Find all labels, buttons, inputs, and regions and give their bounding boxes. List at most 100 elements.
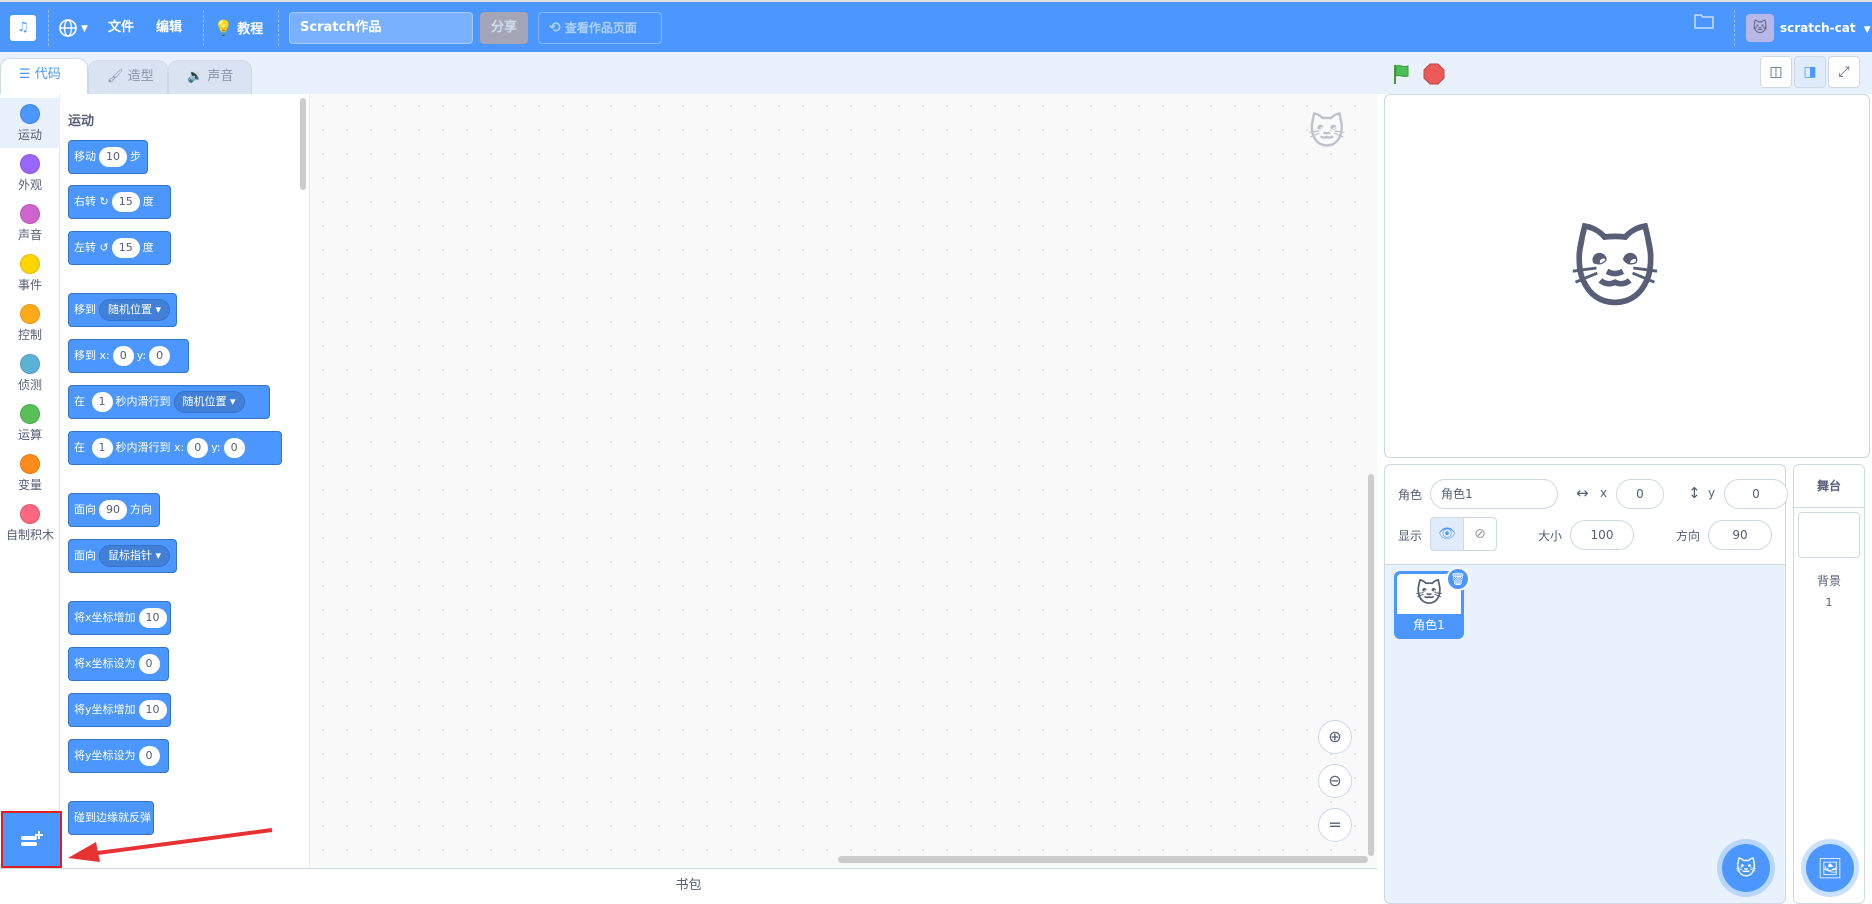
normal-stage-button[interactable]: ◨	[1794, 56, 1826, 88]
category-label: 声音	[17, 228, 42, 242]
category-control[interactable]: 控制	[0, 298, 60, 348]
small-stage-button[interactable]: ◫	[1760, 56, 1792, 88]
tab-costumes-label: 造型	[127, 69, 154, 84]
block-set-x[interactable]: 将x坐标设为 0	[68, 647, 169, 681]
add-sprite-button[interactable]: 🐱	[1722, 844, 1770, 892]
block-input[interactable]: 0	[112, 346, 134, 366]
green-flag-icon[interactable]	[1390, 62, 1414, 86]
my-stuff-button[interactable]	[1694, 12, 1714, 40]
block-input[interactable]: 1	[91, 392, 113, 412]
block-text: 移动	[74, 150, 96, 163]
block-input[interactable]: 90	[99, 500, 127, 520]
block-text: 度	[142, 241, 154, 254]
category-variables[interactable]: 变量	[0, 448, 60, 498]
stage-sprite[interactable]: 🐱	[1570, 220, 1660, 320]
zoom-in-button[interactable]: ⊕	[1318, 720, 1352, 754]
category-events[interactable]: 事件	[0, 248, 60, 298]
block-input[interactable]: 0	[223, 438, 245, 458]
tab-costumes[interactable]: 🖌 造型	[88, 60, 168, 94]
block-input[interactable]: 0	[187, 438, 209, 458]
zoom-in-icon: ⊕	[1328, 727, 1342, 746]
block-point-direction[interactable]: 面向 90 方向	[68, 493, 160, 527]
zoom-out-button[interactable]: ⊖	[1318, 764, 1352, 798]
category-my-blocks[interactable]: 自制积木	[0, 498, 60, 548]
palette-scrollbar[interactable]	[300, 98, 306, 190]
block-dropdown[interactable]: 鼠标指针 ▾	[99, 545, 171, 567]
block-set-y[interactable]: 将y坐标设为 0	[68, 739, 169, 773]
workspace-horizontal-scrollbar[interactable]	[838, 856, 1368, 863]
delete-sprite-button[interactable]: 🗑	[1446, 567, 1470, 591]
category-motion[interactable]: 运动	[0, 98, 60, 148]
scratch-logo[interactable]: ♫	[10, 15, 36, 41]
x-label: x	[1600, 486, 1608, 500]
category-dot	[20, 404, 40, 424]
hide-sprite-button[interactable]: ⊘	[1463, 517, 1497, 551]
block-input[interactable]: 10	[99, 147, 127, 167]
category-menu: 运动 外观 声音 事件 控制 侦测 运算 变量 自制积木	[0, 94, 60, 867]
project-title-input[interactable]: Scratch作品	[289, 12, 473, 44]
block-input[interactable]: 15	[111, 238, 140, 258]
block-glide[interactable]: 在 1 秒内滑行到 随机位置 ▾	[68, 385, 270, 419]
sprite-name-input[interactable]: 角色1	[1430, 479, 1558, 509]
add-backdrop-button[interactable]: 🖼	[1806, 844, 1854, 892]
tutorials-label: 教程	[237, 22, 264, 37]
block-glide-xy[interactable]: 在 1 秒内滑行到 x: 0 y: 0	[68, 431, 282, 465]
fullscreen-button[interactable]: ⤢	[1828, 56, 1860, 88]
block-turn-left[interactable]: 左转 ↺ 15 度	[68, 231, 171, 265]
block-point-towards[interactable]: 面向 鼠标指针 ▾	[68, 539, 177, 573]
backpack-header[interactable]: 书包	[0, 868, 1377, 904]
block-turn-right[interactable]: 右转 ↻ 15 度	[68, 185, 171, 219]
stop-icon[interactable]	[1422, 62, 1446, 86]
block-text: 将x坐标设为	[74, 657, 136, 670]
block-text: 度	[142, 195, 154, 208]
size-input[interactable]: 100	[1570, 520, 1634, 550]
zoom-reset-button[interactable]: =	[1318, 808, 1352, 842]
edit-menu[interactable]: 编辑	[156, 14, 182, 42]
category-looks[interactable]: 外观	[0, 148, 60, 198]
block-dropdown[interactable]: 随机位置 ▾	[173, 391, 245, 413]
y-input[interactable]: 0	[1724, 479, 1788, 509]
block-goto[interactable]: 移到 随机位置 ▾	[68, 293, 177, 327]
show-sprite-button[interactable]: 👁	[1430, 517, 1464, 551]
size-label: 大小	[1538, 529, 1563, 543]
user-avatar[interactable]: 🐱	[1746, 14, 1774, 42]
add-extension-button[interactable]	[1, 811, 62, 868]
block-text: 在	[74, 395, 85, 408]
block-input[interactable]: 0	[149, 346, 171, 366]
block-input[interactable]: 10	[138, 700, 167, 720]
category-label: 侦测	[17, 378, 42, 392]
dropdown-value: 鼠标指针	[108, 549, 152, 562]
category-sensing[interactable]: 侦测	[0, 348, 60, 398]
backdrop-thumbnail	[1798, 512, 1860, 558]
tab-code[interactable]: ☰ 代码	[0, 58, 88, 94]
block-input[interactable]: 15	[111, 192, 140, 212]
backdrops-label: 背景	[1816, 574, 1841, 588]
see-project-page-button[interactable]: ⟲ 查看作品页面	[538, 12, 662, 44]
code-workspace[interactable]	[311, 94, 1377, 867]
block-text: y:	[136, 349, 147, 362]
category-label: 自制积木	[5, 528, 54, 542]
block-input[interactable]: 10	[138, 608, 167, 628]
direction-input[interactable]: 90	[1708, 520, 1772, 550]
tab-sounds[interactable]: 🔉 声音	[168, 60, 252, 94]
block-dropdown[interactable]: 随机位置 ▾	[99, 299, 171, 321]
language-menu[interactable]: ▼	[58, 14, 88, 42]
share-button[interactable]: 分享	[480, 12, 528, 44]
block-goto-xy[interactable]: 移到 x: 0 y: 0	[68, 339, 189, 373]
block-input[interactable]: 0	[138, 654, 160, 674]
block-change-x[interactable]: 将x坐标增加 10	[68, 601, 171, 635]
account-menu[interactable]: scratch-cat ▼	[1780, 14, 1871, 42]
block-input[interactable]: 0	[138, 746, 160, 766]
block-change-y[interactable]: 将y坐标增加 10	[68, 693, 171, 727]
normal-stage-icon: ◨	[1803, 64, 1817, 80]
x-input[interactable]: 0	[1616, 479, 1664, 509]
workspace-vertical-scrollbar[interactable]	[1368, 474, 1374, 856]
block-move-steps[interactable]: 移动 10 步	[68, 140, 148, 174]
equals-icon: =	[1328, 815, 1342, 834]
file-menu[interactable]: 文件	[108, 14, 134, 42]
block-input[interactable]: 1	[91, 438, 113, 458]
category-sound[interactable]: 声音	[0, 198, 60, 248]
add-sprite-icon: 🐱	[1735, 856, 1757, 880]
category-operators[interactable]: 运算	[0, 398, 60, 448]
tutorials-menu[interactable]: 💡 教程	[214, 14, 263, 42]
